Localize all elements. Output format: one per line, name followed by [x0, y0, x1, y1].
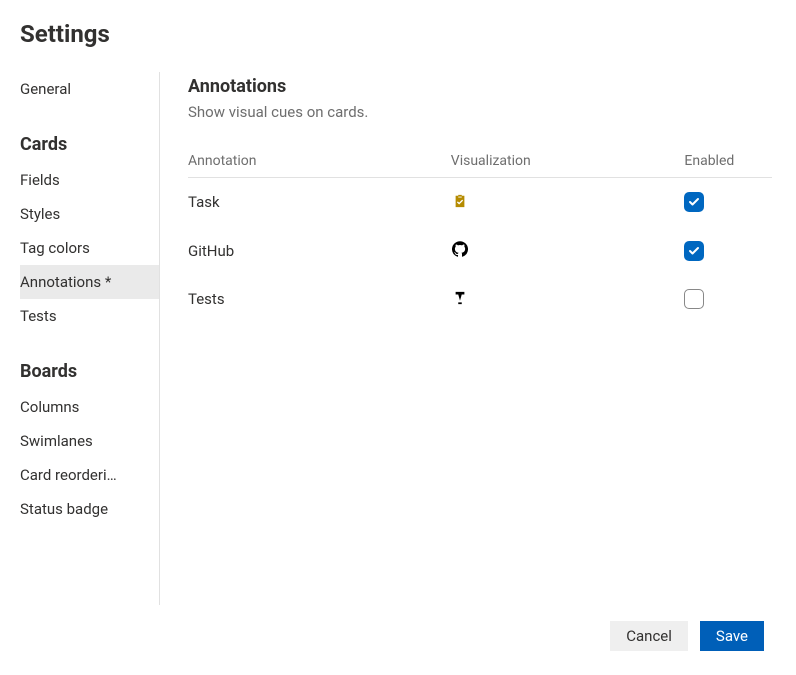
table-row: Task — [188, 178, 772, 227]
sidebar-group-heading: Boards — [20, 361, 159, 382]
main-panel: Annotations Show visual cues on cards. A… — [160, 72, 772, 605]
col-header-enabled: Enabled — [684, 145, 772, 178]
annotation-name: GitHub — [188, 226, 451, 275]
sidebar-item[interactable]: Status badge — [20, 492, 159, 526]
annotation-visualization — [451, 226, 685, 275]
cancel-button[interactable]: Cancel — [610, 621, 688, 651]
sidebar-item[interactable]: Columns — [20, 390, 159, 424]
sidebar-item-general[interactable]: General — [20, 72, 159, 106]
annotation-visualization — [451, 275, 685, 323]
sidebar-item[interactable]: Tag colors — [20, 231, 159, 265]
col-header-visualization: Visualization — [451, 145, 685, 178]
annotation-enabled-cell — [684, 178, 772, 227]
sidebar-item[interactable]: Card reorderi… — [20, 458, 159, 492]
enabled-checkbox[interactable] — [684, 289, 704, 309]
settings-sidebar: General Cards FieldsStylesTag colorsAnnot… — [20, 72, 160, 605]
sidebar-item[interactable]: Tests — [20, 299, 159, 333]
annotation-enabled-cell — [684, 275, 772, 323]
annotation-name: Task — [188, 178, 451, 227]
tests-icon — [451, 289, 469, 307]
sidebar-item[interactable]: Styles — [20, 197, 159, 231]
col-header-annotation: Annotation — [188, 145, 451, 178]
sidebar-item[interactable]: Fields — [20, 163, 159, 197]
enabled-checkbox[interactable] — [684, 192, 704, 212]
save-button[interactable]: Save — [700, 621, 764, 651]
annotations-table: Annotation Visualization Enabled TaskGit… — [188, 145, 772, 323]
annotation-visualization — [451, 178, 685, 227]
page-title: Settings — [20, 20, 772, 48]
section-subtitle: Show visual cues on cards. — [188, 103, 772, 121]
footer-actions: Cancel Save — [20, 605, 772, 675]
task-icon — [451, 192, 469, 210]
sidebar-item[interactable]: Swimlanes — [20, 424, 159, 458]
sidebar-item[interactable]: Annotations * — [20, 265, 159, 299]
github-icon — [451, 240, 469, 258]
annotation-name: Tests — [188, 275, 451, 323]
sidebar-group-heading: Cards — [20, 134, 159, 155]
annotation-enabled-cell — [684, 226, 772, 275]
enabled-checkbox[interactable] — [684, 241, 704, 261]
table-row: Tests — [188, 275, 772, 323]
table-row: GitHub — [188, 226, 772, 275]
section-title: Annotations — [188, 76, 772, 97]
